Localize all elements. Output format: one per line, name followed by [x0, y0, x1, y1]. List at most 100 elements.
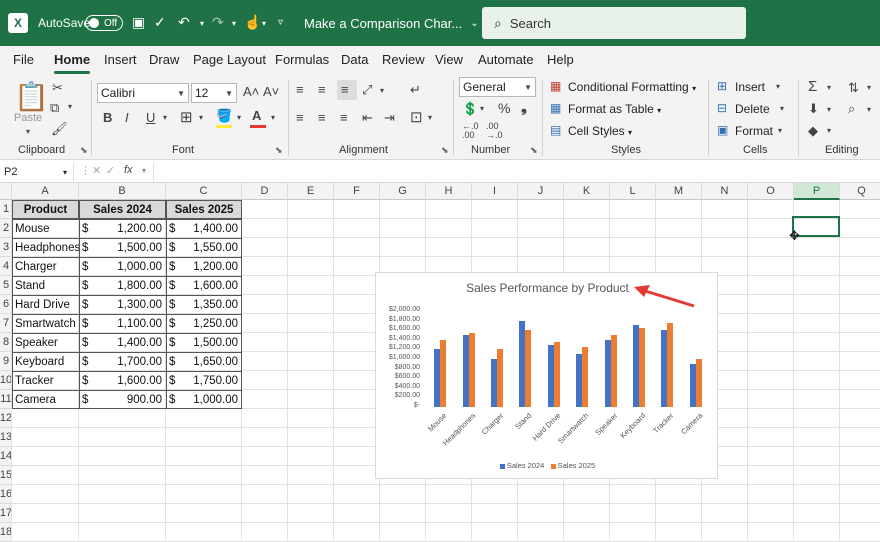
bar-tracker-1[interactable]	[667, 323, 674, 407]
touch-dropdown-icon[interactable]: ▾	[262, 19, 266, 28]
fill-dropdown-icon[interactable]: ▾	[827, 105, 831, 114]
table-cell-sales-2025[interactable]: $1,400.00	[166, 219, 242, 238]
column-header-a[interactable]: A	[12, 183, 79, 200]
table-header-product[interactable]: Product	[12, 200, 79, 219]
underline-icon[interactable]: U	[146, 110, 155, 125]
increase-decimal-icon[interactable]: ←.0.00	[462, 122, 479, 140]
table-cell-sales-2024[interactable]: $1,000.00	[79, 257, 166, 276]
align-center-icon[interactable]: ≡	[318, 110, 326, 125]
table-cell-sales-2025[interactable]: $1,650.00	[166, 352, 242, 371]
paste-dropdown-icon[interactable]: ▾	[26, 127, 30, 136]
confirm-entry-icon[interactable]: ✓	[106, 164, 115, 177]
column-header-p[interactable]: P	[794, 183, 840, 200]
column-header-o[interactable]: O	[748, 183, 794, 200]
clear-dropdown-icon[interactable]: ▾	[827, 126, 831, 135]
redo-dropdown-icon[interactable]: ▾	[232, 19, 236, 28]
delete-button[interactable]: Delete	[735, 102, 770, 116]
copy-dropdown-icon[interactable]: ▾	[68, 102, 72, 111]
table-cell-product[interactable]: Hard Drive	[12, 295, 79, 314]
paste-icon[interactable]: 📋	[14, 80, 49, 113]
bar-smartwatch-1[interactable]	[582, 347, 589, 407]
table-cell-product[interactable]: Tracker	[12, 371, 79, 390]
redo-icon[interactable]: ↷	[212, 14, 224, 31]
table-cell-sales-2025[interactable]: $1,500.00	[166, 333, 242, 352]
tab-formulas[interactable]: Formulas	[275, 52, 329, 67]
tab-home[interactable]: Home	[54, 52, 91, 74]
bold-icon[interactable]: B	[103, 110, 112, 125]
cancel-entry-icon[interactable]: ✕	[92, 164, 101, 177]
percent-icon[interactable]: %	[498, 100, 510, 116]
increase-font-icon[interactable]: A˄	[243, 84, 259, 99]
align-bottom-button[interactable]: ≡	[337, 80, 357, 100]
undo-icon[interactable]: ↶	[178, 14, 190, 31]
tab-page-layout[interactable]: Page Layout	[193, 52, 266, 67]
bar-keyboard-1[interactable]	[639, 327, 645, 407]
sort-dropdown-icon[interactable]: ▾	[867, 83, 871, 92]
sort-filter-icon[interactable]: ⇅	[848, 80, 859, 96]
font-launcher-icon[interactable]: ⬊	[275, 145, 283, 156]
tab-insert[interactable]: Insert	[104, 52, 137, 67]
tab-file[interactable]: File	[13, 52, 34, 67]
italic-icon[interactable]: I	[125, 110, 129, 125]
customize-toolbar-icon[interactable]: ▿	[278, 17, 283, 28]
table-cell-sales-2024[interactable]: $1,500.00	[79, 238, 166, 257]
table-cell-sales-2024[interactable]: $1,400.00	[79, 333, 166, 352]
font-color-dropdown-icon[interactable]: ▾	[271, 113, 275, 122]
find-dropdown-icon[interactable]: ▾	[867, 105, 871, 114]
table-cell-product[interactable]: Headphones	[12, 238, 79, 257]
align-right-icon[interactable]: ≡	[340, 110, 348, 125]
tab-review[interactable]: Review	[382, 52, 425, 67]
cut-icon[interactable]: ✂	[52, 80, 63, 96]
table-cell-sales-2024[interactable]: $1,800.00	[79, 276, 166, 295]
font-size-select[interactable]: 12 ▼	[191, 83, 237, 103]
format-painter-icon[interactable]: 🖌	[51, 121, 68, 137]
underline-dropdown-icon[interactable]: ▾	[163, 113, 167, 122]
table-cell-sales-2025[interactable]: $1,200.00	[166, 257, 242, 276]
table-cell-sales-2025[interactable]: $1,750.00	[166, 371, 242, 390]
table-header-sales-2025[interactable]: Sales 2025	[166, 200, 242, 219]
touch-mode-icon[interactable]: ☝	[244, 14, 261, 31]
table-cell-sales-2025[interactable]: $1,600.00	[166, 276, 242, 295]
accounting-format-icon[interactable]: 💲	[462, 101, 478, 117]
table-cell-product[interactable]: Speaker	[12, 333, 79, 352]
tab-draw[interactable]: Draw	[149, 52, 179, 67]
table-cell-product[interactable]: Smartwatch	[12, 314, 79, 333]
bar-speaker-1[interactable]	[610, 335, 617, 407]
fill-dropdown-icon[interactable]: ▾	[237, 113, 241, 122]
bar-camera-1[interactable]	[695, 359, 702, 407]
fill-color-icon[interactable]: 🪣	[216, 108, 232, 124]
search-box[interactable]: ⌕ Search	[482, 7, 746, 39]
orientation-icon[interactable]: ⤢	[362, 82, 372, 98]
column-header-l[interactable]: L	[610, 183, 656, 200]
autosave-toggle[interactable]: Off	[85, 15, 123, 31]
bar-charger-1[interactable]	[497, 349, 503, 407]
table-cell-sales-2024[interactable]: $1,300.00	[79, 295, 166, 314]
bar-hard-drive-1[interactable]	[553, 342, 560, 407]
column-header-i[interactable]: I	[472, 183, 518, 200]
tab-automate[interactable]: Automate	[478, 52, 534, 67]
table-cell-sales-2025[interactable]: $1,250.00	[166, 314, 242, 333]
borders-icon[interactable]: ⊞	[180, 108, 193, 126]
align-middle-icon[interactable]: ≡	[318, 82, 326, 97]
table-cell-sales-2024[interactable]: $1,600.00	[79, 371, 166, 390]
align-top-icon[interactable]: ≡	[296, 82, 304, 97]
clipboard-launcher-icon[interactable]: ⬊	[80, 145, 88, 156]
decrease-indent-icon[interactable]: ⇤	[362, 110, 373, 126]
number-launcher-icon[interactable]: ⬊	[530, 145, 538, 156]
table-cell-sales-2024[interactable]: $1,100.00	[79, 314, 166, 333]
insert-dropdown-icon[interactable]: ▾	[776, 82, 780, 91]
merge-dropdown-icon[interactable]: ▾	[428, 113, 432, 122]
bar-mouse-1[interactable]	[440, 339, 447, 407]
font-family-select[interactable]: Calibri ▼	[97, 83, 189, 103]
table-cell-sales-2025[interactable]: $1,550.00	[166, 238, 242, 257]
column-header-c[interactable]: C	[166, 183, 242, 200]
orientation-dropdown-icon[interactable]: ▾	[380, 86, 384, 95]
column-header-d[interactable]: D	[242, 183, 288, 200]
table-cell-product[interactable]: Keyboard	[12, 352, 79, 371]
formula-input[interactable]	[160, 164, 860, 180]
format-dropdown-icon[interactable]: ▾	[778, 126, 782, 135]
decrease-decimal-icon[interactable]: .00 →.0	[486, 122, 503, 140]
alignment-launcher-icon[interactable]: ⬊	[441, 145, 449, 156]
column-header-f[interactable]: F	[334, 183, 380, 200]
table-cell-product[interactable]: Stand	[12, 276, 79, 295]
